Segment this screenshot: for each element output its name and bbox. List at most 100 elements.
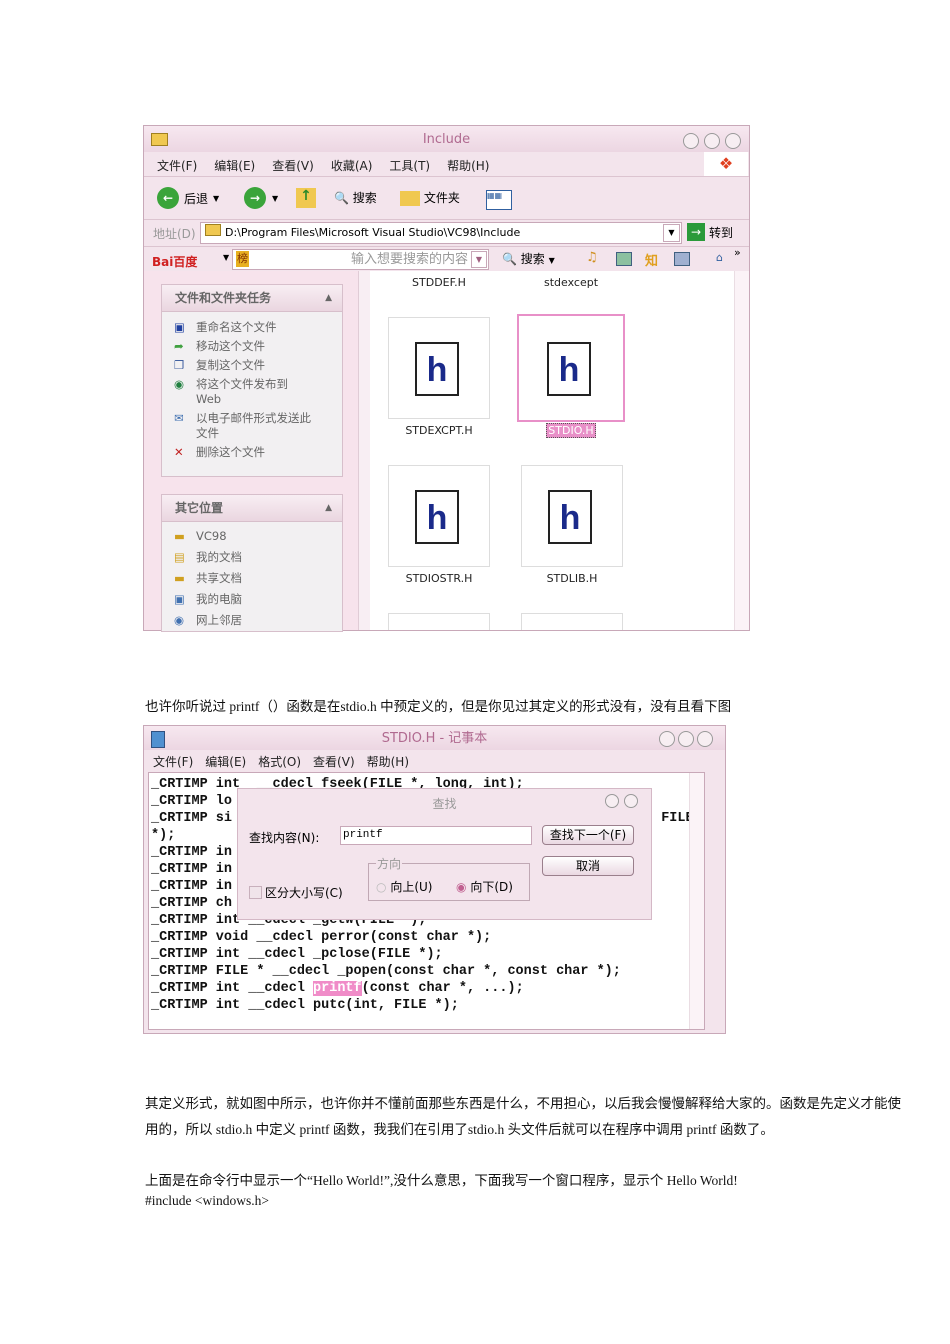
menu-help[interactable]: 帮助(H) <box>447 159 489 173</box>
network-icon: ◉ <box>174 613 185 627</box>
place-my-computer[interactable]: ▣ 我的电脑 <box>162 589 342 610</box>
minimize-button[interactable] <box>659 731 675 747</box>
place-my-documents[interactable]: ▤ 我的文档 <box>162 547 342 568</box>
text-scrollbar[interactable] <box>689 773 704 1029</box>
file-item[interactable]: h STDLIB.H <box>521 465 623 585</box>
help-button[interactable] <box>605 794 619 808</box>
documents-icon: ▤ <box>174 550 185 564</box>
file-tasks-header[interactable]: 文件和文件夹任务 ▲ <box>162 285 342 312</box>
file-item[interactable]: h STDIOSTR.H <box>388 465 490 585</box>
up-folder-button[interactable]: ↑ <box>296 188 316 208</box>
file-item[interactable]: h STDEXCPT.H <box>388 317 490 437</box>
radio-up[interactable]: ○ 向上(U) <box>376 878 432 895</box>
address-bar[interactable]: D:\Program Files\Microsoft Visual Studio… <box>200 222 682 244</box>
folders-button[interactable]: 文件夹 <box>400 189 460 206</box>
cancel-button[interactable]: 取消 <box>542 856 634 876</box>
search-button[interactable]: 🔍 搜索 <box>334 189 377 206</box>
place-label: 共享文档 <box>196 571 242 585</box>
find-next-button[interactable]: 查找下一个(F) <box>542 825 634 845</box>
task-label: 重命名这个文件 <box>196 320 277 334</box>
file-name: STDEXCPT.H <box>405 424 473 437</box>
radio-down[interactable]: ◉ 向下(D) <box>456 878 513 895</box>
direction-label: 方向 <box>376 855 403 872</box>
menu-edit[interactable]: 编辑(E) <box>205 755 246 769</box>
checkbox-label: 区分大小写(C) <box>265 886 343 900</box>
menu-format[interactable]: 格式(O) <box>258 755 301 769</box>
file-tasks-panel: 文件和文件夹任务 ▲ ▣ 重命名这个文件 ➦ 移动这个文件 ❐ 复制这个文件 ◉ 将这个文… <box>161 284 343 477</box>
title-text: STDIO.H - 记事本 <box>381 731 488 746</box>
rename-icon: ▣ <box>174 320 185 334</box>
radio-selected-icon: ◉ <box>456 880 467 894</box>
collapse-icon[interactable]: ▲ <box>325 495 332 521</box>
task-label: 以电子邮件形式发送此文件 <box>196 411 311 440</box>
address-value: D:\Program Files\Microsoft Visual Studio… <box>225 226 521 239</box>
file-name: STDLIB.H <box>546 572 598 585</box>
address-dropdown[interactable]: ▼ <box>663 224 680 242</box>
forward-button[interactable]: → ▼ <box>244 187 278 209</box>
window-title: Include <box>144 126 749 152</box>
computer-icon: ▣ <box>174 592 185 606</box>
match-case-checkbox[interactable]: 区分大小写(C) <box>249 884 343 901</box>
video-icon[interactable] <box>674 252 690 266</box>
baidu-dropdown[interactable]: ▼ <box>471 251 487 268</box>
home-icon[interactable]: ⌂ <box>716 251 723 264</box>
menu-file[interactable]: 文件(F) <box>153 755 193 769</box>
window-title: STDIO.H - 记事本 <box>144 726 725 750</box>
menu-view[interactable]: 查看(V) <box>313 755 355 769</box>
task-copy[interactable]: ❐ 复制这个文件 <box>162 356 342 375</box>
task-delete[interactable]: ✕ 删除这个文件 <box>162 443 342 462</box>
file-item[interactable]: STDDEF.H <box>388 276 490 289</box>
menu-file[interactable]: 文件(F) <box>157 159 197 173</box>
music-icon[interactable]: ♫ <box>586 250 598 265</box>
folder-icon <box>205 224 221 236</box>
menu-view[interactable]: 查看(V) <box>272 159 314 173</box>
menu-edit[interactable]: 编辑(E) <box>214 159 255 173</box>
close-button[interactable] <box>624 794 638 808</box>
image-icon[interactable] <box>616 252 632 266</box>
other-places-header[interactable]: 其它位置 ▲ <box>162 495 342 522</box>
menu-favorites[interactable]: 收藏(A) <box>331 159 373 173</box>
go-button[interactable]: → 转到 <box>687 223 733 241</box>
mail-icon: ✉ <box>174 411 184 425</box>
find-input[interactable]: printf <box>340 826 532 845</box>
panel-title: 文件和文件夹任务 <box>175 291 272 305</box>
place-shared-documents[interactable]: ▬ 共享文档 <box>162 568 342 589</box>
close-button[interactable] <box>725 133 741 149</box>
notepad-window: STDIO.H - 记事本 文件(F) 编辑(E) 格式(O) 查看(V) 帮助(H) … <box>143 725 726 1034</box>
zhidao-icon[interactable]: 知 <box>645 250 658 269</box>
baidu-search-input[interactable]: 榜 输入想要搜索的内容 ▼ <box>232 249 489 270</box>
radio-label: 向下(D) <box>470 880 513 894</box>
menu-help[interactable]: 帮助(H) <box>367 755 409 769</box>
place-label: 网上邻居 <box>196 613 242 627</box>
bang-icon: 榜 <box>236 251 249 267</box>
menu-tools[interactable]: 工具(T) <box>389 159 430 173</box>
task-email[interactable]: ✉ 以电子邮件形式发送此文件 <box>162 409 342 443</box>
search-label: 搜索 <box>352 191 377 205</box>
file-item[interactable]: stdexcept <box>520 276 622 289</box>
code-line: _CRTIMP int __cdecl putc(int, FILE *); <box>151 998 459 1013</box>
task-move[interactable]: ➦ 移动这个文件 <box>162 337 342 356</box>
maximize-button[interactable] <box>678 731 694 747</box>
checkbox-icon <box>249 886 262 899</box>
maximize-button[interactable] <box>704 133 720 149</box>
views-icon: ▦▦ <box>487 191 503 200</box>
place-label: VC98 <box>196 529 227 543</box>
file-item-selected[interactable]: h STDIO.H <box>517 314 625 438</box>
menu-bar: 文件(F) 编辑(E) 查看(V) 收藏(A) 工具(T) 帮助(H) <box>157 157 506 174</box>
baidu-search-button[interactable]: 🔍 搜索 ▼ <box>502 250 555 267</box>
more-chevron-icon[interactable]: » <box>734 246 741 259</box>
close-button[interactable] <box>697 731 713 747</box>
find-dialog: 查找 查找内容(N): printf 查找下一个(F) 取消 方向 ○ 向上(U… <box>237 788 652 920</box>
back-button[interactable]: ← 后退 ▼ <box>157 187 219 209</box>
magnifier-icon: 🔍 <box>334 191 349 205</box>
place-vc98[interactable]: ▬ VC98 <box>162 526 342 547</box>
views-button[interactable]: ▦▦ <box>486 190 512 210</box>
task-publish-web[interactable]: ◉ 将这个文件发布到 Web <box>162 375 342 409</box>
collapse-icon[interactable]: ▲ <box>325 285 332 311</box>
minimize-button[interactable] <box>683 133 699 149</box>
header-file-icon: h <box>415 342 459 396</box>
place-network[interactable]: ◉ 网上邻居 <box>162 610 342 631</box>
file-view-scrollbar[interactable] <box>734 271 749 630</box>
task-rename[interactable]: ▣ 重命名这个文件 <box>162 318 342 337</box>
windows-logo-icon: ❖ <box>704 152 748 176</box>
